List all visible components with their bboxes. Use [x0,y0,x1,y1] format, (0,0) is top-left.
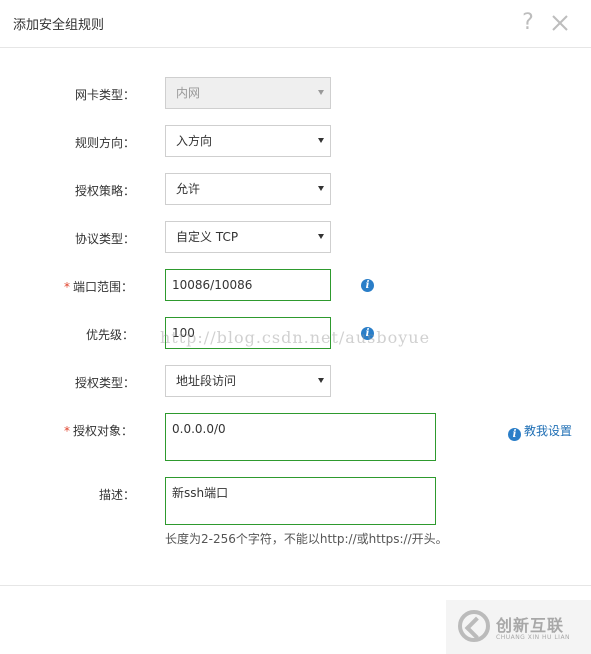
policy-label: 授权策略： [75,184,136,198]
chevron-down-icon [318,90,324,95]
nic-type-label: 网卡类型： [75,88,136,102]
teach-me-link[interactable]: i 教我设置 [508,422,572,441]
teach-me-label: 教我设置 [524,424,573,438]
add-security-group-rule-dialog: 添加安全组规则 ? 网卡类型： 内网 规则方向： 入方向 授权策略： 允许 协议… [0,0,591,654]
protocol-value: 自定义 TCP [176,230,239,244]
port-range-input[interactable]: 10086/10086 [165,269,331,301]
brand-logo-icon [458,610,490,642]
direction-value: 入方向 [176,134,213,148]
port-range-label: 端口范围： [73,280,134,294]
auth-type-label: 授权类型： [75,376,136,390]
nic-type-value: 内网 [176,86,201,100]
nic-type-select: 内网 [165,77,331,109]
protocol-label: 协议类型： [75,232,136,246]
priority-label: 优先级： [86,328,135,342]
port-range-label-wrap: * 端口范围： [64,278,133,295]
required-marker: * [64,424,70,438]
auth-type-value: 地址段访问 [176,374,237,388]
brand-name-en: CHUANG XIN HU LIAN [496,634,571,641]
chevron-down-icon [318,378,324,383]
direction-label: 规则方向： [75,136,136,150]
info-icon: i [508,428,521,441]
priority-input[interactable]: 100 [165,317,331,349]
required-marker: * [64,280,70,294]
description-textarea[interactable]: 新ssh端口 [165,477,436,525]
policy-value: 允许 [176,182,201,196]
dialog-header: 添加安全组规则 ? [0,0,591,48]
auth-object-label: 授权对象： [73,424,134,438]
policy-select[interactable]: 允许 [165,173,331,205]
auth-object-label-wrap: * 授权对象： [64,422,133,439]
protocol-select[interactable]: 自定义 TCP [165,221,331,253]
description-label: 描述： [99,488,136,502]
close-icon[interactable] [550,13,570,33]
port-range-info-icon[interactable]: i [361,279,374,292]
priority-info-icon[interactable]: i [361,327,374,340]
description-hint: 长度为2-256个字符，不能以http://或https://开头。 [165,532,448,546]
brand-name-cn: 创新互联 [496,616,565,635]
chevron-down-icon [318,234,324,239]
auth-type-select[interactable]: 地址段访问 [165,365,331,397]
auth-object-textarea[interactable]: 0.0.0.0/0 [165,413,436,461]
chevron-down-icon [318,138,324,143]
direction-select[interactable]: 入方向 [165,125,331,157]
brand-logo: 创新互联 CHUANG XIN HU LIAN [446,600,591,654]
chevron-down-icon [318,186,324,191]
dialog-title: 添加安全组规则 [13,18,105,33]
help-icon[interactable]: ? [518,10,538,36]
